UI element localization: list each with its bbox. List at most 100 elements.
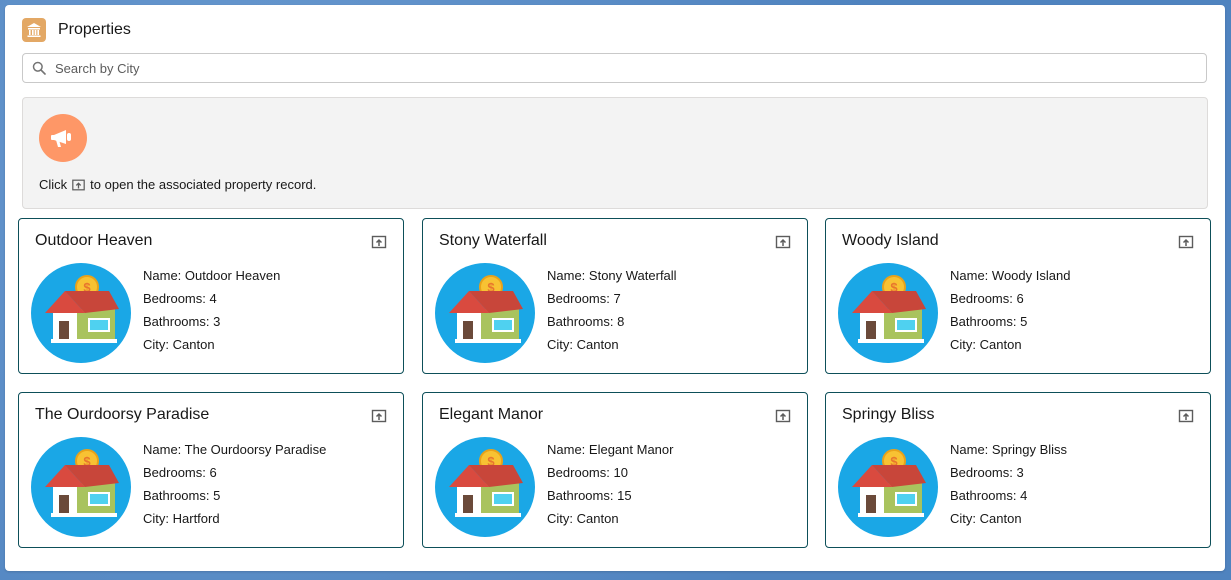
property-bathrooms-row: Bathrooms: 8 bbox=[547, 310, 677, 333]
property-tile: Outdoor Heaven $ Name: Outdoor Heaven Be… bbox=[18, 218, 404, 374]
property-details: Name: Stony Waterfall Bedrooms: 7 Bathro… bbox=[547, 264, 677, 356]
property-city-row: City: Hartford bbox=[143, 507, 326, 530]
house-icon: $ bbox=[435, 263, 535, 363]
bathrooms-value: 3 bbox=[213, 314, 221, 329]
property-details: Name: Woody Island Bedrooms: 6 Bathrooms… bbox=[950, 264, 1070, 356]
property-tile: Stony Waterfall $ Name: Stony Waterfall … bbox=[422, 218, 808, 374]
property-title: Springy Bliss bbox=[842, 406, 935, 423]
open-record-icon[interactable] bbox=[1178, 234, 1194, 250]
property-tile: Springy Bliss $ Name: Springy Bliss Bedr… bbox=[825, 392, 1211, 548]
search-icon bbox=[23, 61, 55, 75]
notice-text: Click to open the associated property re… bbox=[39, 177, 316, 192]
city-label: City: bbox=[950, 511, 980, 526]
property-details: Name: Outdoor Heaven Bedrooms: 4 Bathroo… bbox=[143, 264, 280, 356]
bathrooms-label: Bathrooms: bbox=[143, 314, 214, 329]
bank-icon bbox=[22, 18, 46, 42]
property-city-row: City: Canton bbox=[547, 333, 677, 356]
card-header: Properties bbox=[22, 17, 131, 43]
property-bathrooms-row: Bathrooms: 15 bbox=[547, 484, 673, 507]
property-bedrooms-row: Bedrooms: 6 bbox=[950, 287, 1070, 310]
name-label: Name: bbox=[950, 268, 992, 283]
bathrooms-label: Bathrooms: bbox=[950, 488, 1021, 503]
bathrooms-value: 4 bbox=[1020, 488, 1028, 503]
bathrooms-label: Bathrooms: bbox=[547, 314, 618, 329]
property-bedrooms-row: Bedrooms: 3 bbox=[950, 461, 1067, 484]
name-value: Outdoor Heaven bbox=[184, 268, 281, 283]
house-icon: $ bbox=[31, 437, 131, 537]
bathrooms-value: 5 bbox=[1020, 314, 1028, 329]
bedrooms-label: Bedrooms: bbox=[143, 291, 210, 306]
property-name-row: Name: Stony Waterfall bbox=[547, 264, 677, 287]
property-bathrooms-row: Bathrooms: 5 bbox=[143, 484, 326, 507]
bedrooms-value: 6 bbox=[1016, 291, 1024, 306]
name-value: Springy Bliss bbox=[991, 442, 1068, 457]
name-label: Name: bbox=[143, 442, 185, 457]
city-value: Hartford bbox=[172, 511, 220, 526]
property-tile: Elegant Manor $ Name: Elegant Manor Bedr… bbox=[422, 392, 808, 548]
city-label: City: bbox=[547, 337, 577, 352]
bedrooms-value: 7 bbox=[613, 291, 621, 306]
megaphone-icon bbox=[39, 114, 87, 162]
bedrooms-label: Bedrooms: bbox=[547, 465, 614, 480]
open-record-icon[interactable] bbox=[1178, 408, 1194, 424]
open-record-icon[interactable] bbox=[371, 234, 387, 250]
notice-prefix: Click bbox=[39, 177, 68, 192]
name-label: Name: bbox=[547, 268, 589, 283]
city-value: Canton bbox=[172, 337, 215, 352]
search-box[interactable] bbox=[22, 53, 1207, 83]
property-name-row: Name: Springy Bliss bbox=[950, 438, 1067, 461]
name-label: Name: bbox=[950, 442, 992, 457]
bedrooms-label: Bedrooms: bbox=[950, 465, 1017, 480]
bathrooms-value: 5 bbox=[213, 488, 221, 503]
bathrooms-label: Bathrooms: bbox=[547, 488, 618, 503]
property-name-row: Name: Outdoor Heaven bbox=[143, 264, 280, 287]
property-city-row: City: Canton bbox=[950, 333, 1070, 356]
bedrooms-value: 4 bbox=[209, 291, 217, 306]
bathrooms-label: Bathrooms: bbox=[143, 488, 214, 503]
open-record-icon[interactable] bbox=[371, 408, 387, 424]
property-bathrooms-row: Bathrooms: 3 bbox=[143, 310, 280, 333]
open-record-icon[interactable] bbox=[775, 408, 791, 424]
bedrooms-label: Bedrooms: bbox=[143, 465, 210, 480]
property-bedrooms-row: Bedrooms: 4 bbox=[143, 287, 280, 310]
city-label: City: bbox=[143, 337, 173, 352]
open-record-icon bbox=[71, 178, 86, 192]
property-title: Outdoor Heaven bbox=[35, 232, 153, 249]
house-icon: $ bbox=[838, 437, 938, 537]
property-name-row: Name: The Ourdoorsy Paradise bbox=[143, 438, 326, 461]
bedrooms-label: Bedrooms: bbox=[547, 291, 614, 306]
property-bathrooms-row: Bathrooms: 4 bbox=[950, 484, 1067, 507]
property-tile: The Ourdoorsy Paradise $ Name: The Ourdo… bbox=[18, 392, 404, 548]
city-value: Canton bbox=[979, 337, 1022, 352]
property-name-row: Name: Elegant Manor bbox=[547, 438, 673, 461]
bathrooms-value: 8 bbox=[617, 314, 625, 329]
city-label: City: bbox=[950, 337, 980, 352]
property-bedrooms-row: Bedrooms: 7 bbox=[547, 287, 677, 310]
search-input[interactable] bbox=[55, 60, 1195, 76]
property-bedrooms-row: Bedrooms: 10 bbox=[547, 461, 673, 484]
property-tile: Woody Island $ Name: Woody Island Bedroo… bbox=[825, 218, 1211, 374]
property-city-row: City: Canton bbox=[143, 333, 280, 356]
name-value: Stony Waterfall bbox=[588, 268, 677, 283]
property-city-row: City: Canton bbox=[547, 507, 673, 530]
property-details: Name: Springy Bliss Bedrooms: 3 Bathroom… bbox=[950, 438, 1067, 530]
city-label: City: bbox=[143, 511, 173, 526]
property-bathrooms-row: Bathrooms: 5 bbox=[950, 310, 1070, 333]
name-value: The Ourdoorsy Paradise bbox=[184, 442, 327, 457]
bedrooms-label: Bedrooms: bbox=[950, 291, 1017, 306]
bedrooms-value: 10 bbox=[613, 465, 628, 480]
city-value: Canton bbox=[979, 511, 1022, 526]
bedrooms-value: 6 bbox=[209, 465, 217, 480]
bathrooms-value: 15 bbox=[617, 488, 632, 503]
property-title: Stony Waterfall bbox=[439, 232, 547, 249]
open-record-icon[interactable] bbox=[775, 234, 791, 250]
house-icon: $ bbox=[31, 263, 131, 363]
city-value: Canton bbox=[576, 511, 619, 526]
house-icon: $ bbox=[435, 437, 535, 537]
property-title: The Ourdoorsy Paradise bbox=[35, 406, 210, 423]
property-bedrooms-row: Bedrooms: 6 bbox=[143, 461, 326, 484]
name-label: Name: bbox=[547, 442, 589, 457]
property-title: Elegant Manor bbox=[439, 406, 544, 423]
name-value: Woody Island bbox=[991, 268, 1071, 283]
info-notice: Click to open the associated property re… bbox=[22, 97, 1208, 209]
